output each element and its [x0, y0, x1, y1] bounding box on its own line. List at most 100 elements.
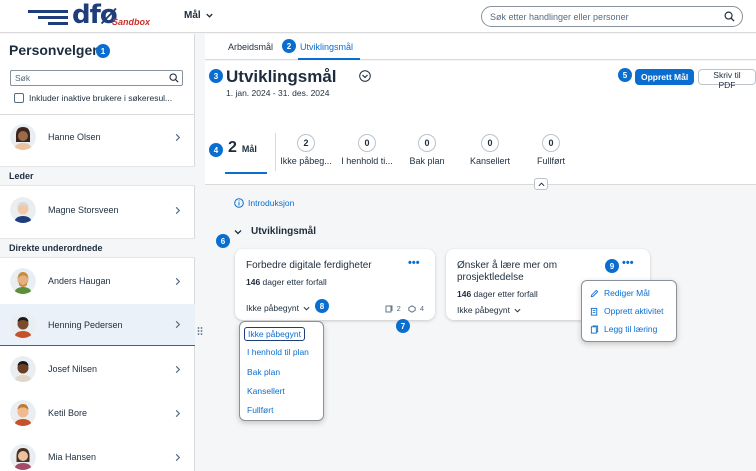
person-name: Mia Hansen: [48, 452, 97, 462]
step-badge-8: 8: [315, 299, 329, 313]
intro-link[interactable]: Introduksjon: [234, 198, 294, 208]
global-search[interactable]: [481, 6, 743, 27]
person-search[interactable]: [10, 70, 183, 86]
person-picker-panel: Personvelger 1 Inkluder inaktive brukere…: [0, 34, 195, 471]
logo-bars-icon: [28, 10, 68, 28]
kpi-completed[interactable]: 0 Fullført: [529, 134, 573, 166]
chevron-down-icon: [234, 229, 242, 234]
search-icon[interactable]: [169, 73, 179, 83]
kpi-label: Bak plan: [409, 156, 445, 166]
kpi-value: 0: [481, 134, 499, 152]
status-value: Ikke påbegynt: [457, 305, 510, 315]
person-item-current-user[interactable]: Hanne Olsen: [0, 116, 195, 158]
more-options-button[interactable]: •••: [408, 257, 420, 269]
dfo-logo[interactable]: dfø Sandbox: [28, 0, 158, 30]
kpi-cancelled[interactable]: 0 Kansellert: [464, 134, 516, 166]
tab-arbeidsmal[interactable]: Arbeidsmål: [228, 42, 273, 52]
person-item-report[interactable]: Ketil Bore: [0, 392, 195, 434]
menu-edit-goal[interactable]: Rediger Mål: [590, 288, 650, 298]
status-dropdown: Ikke påbegynt I henhold til plan Bak pla…: [239, 321, 324, 421]
kpi-active-indicator: [225, 172, 267, 174]
step-badge-6: 6: [216, 234, 230, 248]
chevron-down-icon: [303, 306, 310, 311]
divider: [275, 133, 276, 171]
step-badge-9: 9: [605, 259, 619, 273]
section-title: Utviklingsmål: [251, 226, 317, 237]
chevron-right-icon: [175, 409, 181, 417]
menu-add-learning[interactable]: Legg til læring: [590, 324, 657, 334]
print-pdf-button[interactable]: Skriv til PDF: [698, 69, 756, 90]
module-menu-label: Mål: [184, 10, 201, 21]
divider: [0, 114, 195, 115]
include-inactive-option[interactable]: Inkluder inaktive brukere i søkeresul...: [14, 93, 172, 103]
kpi-total-label: Mål: [241, 144, 257, 154]
kpi-label: Fullført: [537, 156, 565, 166]
kpi-label: Kansellert: [469, 156, 511, 166]
kpi-on-track[interactable]: 0 I henhold ti...: [336, 134, 398, 166]
kpi-value: 0: [418, 134, 436, 152]
step-badge-5: 5: [618, 68, 632, 82]
status-option-cancelled[interactable]: Kansellert: [247, 386, 285, 396]
avatar: [10, 444, 36, 470]
step-badge-7: 7: [396, 319, 410, 333]
status-select[interactable]: Ikke påbegynt: [246, 303, 310, 313]
goal-card[interactable]: Forbedre digitale ferdigheter ••• 146 da…: [235, 249, 435, 320]
person-name: Josef Nilsen: [48, 364, 98, 374]
menu-create-activity[interactable]: Opprett aktivitet: [590, 306, 664, 316]
logo-text: dfø: [72, 0, 118, 30]
top-bar: dfø Sandbox Mål: [0, 0, 756, 33]
date-range: 1. jan. 2024 - 31. des. 2024: [226, 88, 330, 98]
person-picker-title: Personvelger: [9, 42, 98, 58]
object-page-header: 3 Utviklingsmål 1. jan. 2024 - 31. des. …: [205, 61, 756, 190]
avatar: [10, 197, 36, 223]
section-header[interactable]: Utviklingsmål: [234, 226, 316, 237]
more-options-button[interactable]: •••: [622, 257, 634, 269]
person-item-report[interactable]: Josef Nilsen: [0, 348, 195, 390]
person-name: Hanne Olsen: [48, 132, 101, 142]
goal-title: Forbedre digitale ferdigheter: [246, 260, 372, 271]
status-option-behind[interactable]: Bak plan: [247, 367, 280, 377]
step-badge-3: 3: [209, 69, 223, 83]
menu-item-label: Legg til læring: [604, 324, 658, 334]
person-name: Henning Pedersen: [48, 319, 123, 330]
kpi-total[interactable]: 2 Mål: [228, 139, 257, 157]
due-days: 146: [457, 289, 472, 299]
collapse-header-button[interactable]: [534, 178, 548, 190]
activity-icon: [385, 305, 393, 312]
person-search-input[interactable]: [11, 71, 161, 85]
status-select[interactable]: Ikke påbegynt: [457, 305, 521, 315]
chevron-right-icon: [175, 320, 181, 329]
include-inactive-checkbox[interactable]: [14, 93, 24, 103]
module-menu[interactable]: Mål: [184, 10, 214, 21]
task-add-icon: [590, 307, 598, 316]
person-item-leader[interactable]: Magne Storsveen: [0, 189, 195, 231]
page-title: Utviklingsmål: [226, 67, 337, 86]
panel-resize-handle-icon[interactable]: [197, 326, 203, 336]
learning-icon: [408, 304, 416, 313]
person-item-report-selected[interactable]: Henning Pedersen: [0, 304, 195, 346]
chevron-right-icon: [175, 277, 181, 285]
global-search-input[interactable]: [482, 7, 717, 26]
person-item-report[interactable]: Anders Haugan: [0, 260, 195, 302]
person-name: Ketil Bore: [48, 408, 88, 418]
status-option-completed[interactable]: Fullført: [247, 405, 273, 415]
status-option-on-track[interactable]: I henhold til plan: [247, 347, 309, 357]
chevron-down-icon: [514, 308, 521, 313]
include-inactive-label: Inkluder inaktive brukere i søkeresul...: [29, 93, 173, 103]
kpi-value: 0: [542, 134, 560, 152]
create-goal-button[interactable]: Opprett Mål: [635, 69, 695, 85]
search-icon[interactable]: [724, 11, 735, 22]
kpi-value: 0: [358, 134, 376, 152]
status-option-not-started[interactable]: Ikke påbegynt: [244, 327, 305, 341]
title-dropdown-icon[interactable]: [359, 70, 371, 82]
active-tab-indicator: [298, 58, 360, 60]
person-item-report[interactable]: Mia Hansen: [0, 436, 195, 471]
kpi-behind-plan[interactable]: 0 Bak plan: [403, 134, 451, 166]
avatar: [10, 124, 36, 150]
pencil-icon: [590, 289, 599, 297]
goal-due: 146 dager etter forfall: [246, 277, 327, 287]
avatar: [10, 311, 36, 338]
kpi-not-started[interactable]: 2 Ikke påbeg...: [277, 134, 335, 166]
goal-title: Ønsker å lære mer om prosjektledelse: [457, 260, 557, 284]
tab-utviklingsmal[interactable]: Utviklingsmål: [300, 42, 353, 52]
